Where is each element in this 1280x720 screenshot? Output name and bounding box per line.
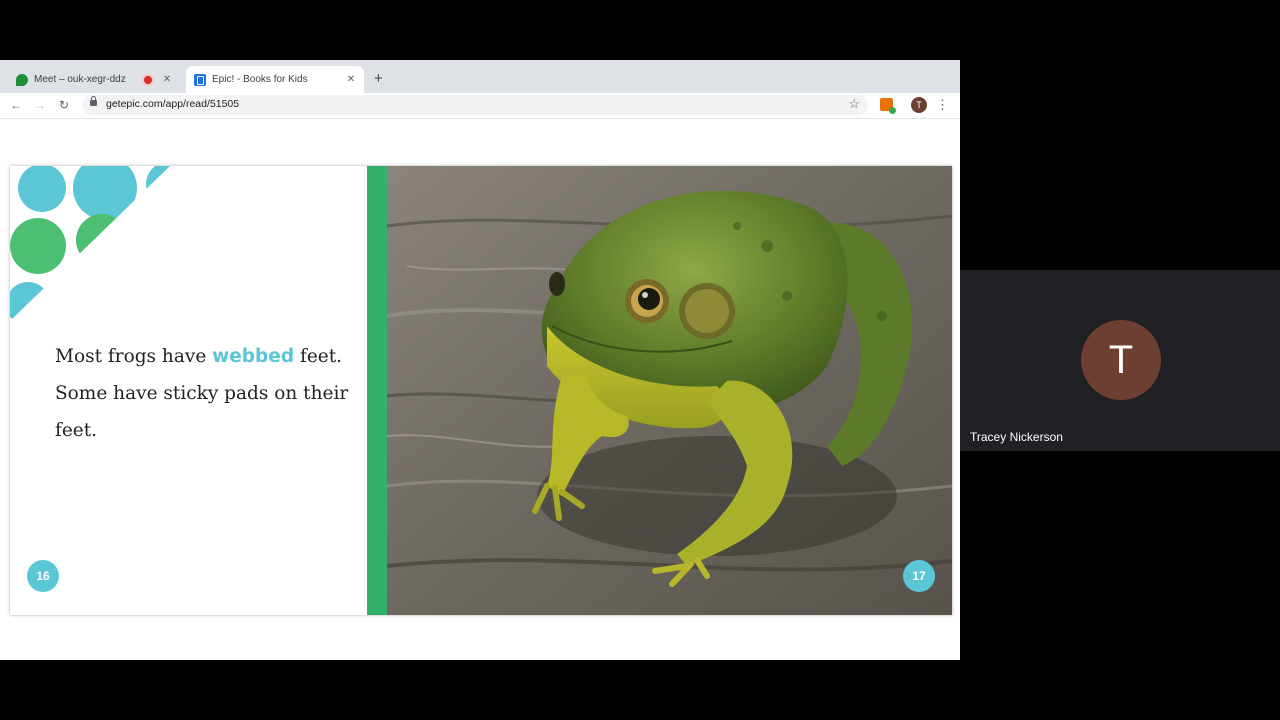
text-before: Most frogs have: [55, 346, 213, 367]
tab-epic[interactable]: Epic! - Books for Kids ✕: [186, 66, 364, 93]
close-tab-icon[interactable]: ✕: [344, 74, 358, 85]
close-tab-icon[interactable]: ✕: [160, 74, 174, 85]
participant-video-tile[interactable]: T Tracey Nickerson: [960, 270, 1280, 451]
book-spread: Most frogs have webbed feet. Some have s…: [10, 166, 952, 615]
bookmark-star-icon[interactable]: ☆: [848, 96, 860, 112]
tab-title: Meet – ouk-xegr-ddz: [34, 74, 126, 85]
profile-avatar[interactable]: T: [911, 97, 927, 113]
reload-icon[interactable]: ↻: [55, 96, 73, 114]
recording-icon: [144, 75, 152, 84]
tab-meet[interactable]: Meet – ouk-xegr-ddz ✕: [8, 66, 180, 93]
participant-avatar: T: [1081, 320, 1161, 400]
left-page: Most frogs have webbed feet. Some have s…: [10, 166, 367, 615]
tab-bar: Meet – ouk-xegr-ddz ✕ Epic! - Books for …: [0, 60, 960, 93]
page-divider-stripe: [367, 166, 387, 615]
frog-photo: 17: [387, 166, 952, 615]
page-number-right: 17: [903, 560, 935, 592]
participant-name: Tracey Nickerson: [970, 430, 1063, 444]
browser-window: Meet – ouk-xegr-ddz ✕ Epic! - Books for …: [0, 60, 960, 660]
forward-icon[interactable]: →: [31, 96, 49, 114]
meet-icon: [16, 73, 28, 86]
new-tab-button[interactable]: +: [374, 70, 383, 87]
decorative-circles-icon: [10, 166, 170, 321]
lock-icon: [90, 96, 97, 106]
back-icon[interactable]: ←: [7, 96, 25, 114]
extension-icon[interactable]: [880, 98, 896, 114]
menu-icon[interactable]: ⋮: [936, 97, 949, 113]
url-text[interactable]: getepic.com/app/read/51505: [106, 98, 239, 110]
frog-on-log-image: [387, 166, 952, 615]
book-text: Most frogs have webbed feet. Some have s…: [55, 338, 355, 449]
browser-toolbar: ← → ↻ getepic.com/app/read/51505 ☆ T ⋮: [0, 93, 960, 119]
highlighted-word[interactable]: webbed: [212, 346, 294, 367]
tab-title: Epic! - Books for Kids: [212, 74, 308, 85]
address-bar[interactable]: getepic.com/app/read/51505 ☆: [82, 95, 868, 115]
page-number-left: 16: [27, 560, 59, 592]
epic-icon: [194, 73, 206, 86]
